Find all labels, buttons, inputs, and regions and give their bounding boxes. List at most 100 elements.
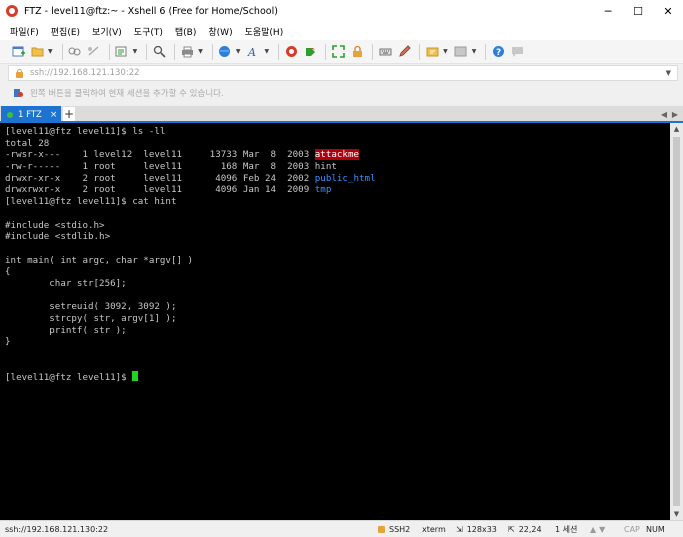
maximize-button[interactable]: ☐ [623,0,653,22]
menu-tools[interactable]: 도구(T) [134,25,163,38]
find-icon[interactable] [151,44,167,60]
chevron-left-icon[interactable]: ◀ [659,107,669,121]
window-title: FTZ - level11@ftz:~ - Xshell 6 (Free for… [24,5,278,17]
executable-file-name: attackme [314,149,360,161]
font-icon[interactable]: A [246,44,262,60]
chevron-right-icon[interactable]: ▶ [670,107,680,121]
layout-icon[interactable] [453,44,469,60]
color-scheme-icon[interactable] [217,44,233,60]
chevron-down-icon[interactable]: ▼ [48,48,53,55]
connect-icon[interactable] [67,44,83,60]
terminal-line: char str[256]; [5,277,127,289]
toolbar-divider [211,43,213,60]
keyboard-icon[interactable] [377,44,393,60]
status-num: NUM [646,524,665,534]
toolbar-divider [372,43,374,60]
chat-icon[interactable] [509,44,525,60]
terminal-output[interactable]: [level11@ftz level11]$ ls -ll total 28 -… [0,123,670,520]
chevron-down-icon[interactable]: ▼ [443,48,448,55]
status-sessions: 1 세션 [555,524,578,534]
chevron-down-icon[interactable]: ▼ [198,48,203,55]
properties-icon[interactable] [114,44,130,60]
tab-close-icon[interactable]: × [50,110,58,120]
terminal-line: [level11@ftz level11]$ cat hint [5,196,177,208]
arrow-up-icon[interactable]: ▲ [590,525,596,534]
terminal-line: printf( str ); [5,324,127,336]
directory-name: tmp [314,184,332,196]
directory-name: public_html [314,172,376,184]
toolbar-divider [61,43,63,60]
menu-view[interactable]: 보기(V) [92,25,122,38]
tab-ftz[interactable]: 1 FTZ × [1,106,61,123]
status-caps: CAP [624,524,640,534]
connected-status-icon [7,111,13,118]
window-controls: ─ ☐ ✕ [593,0,683,22]
add-tab-button[interactable]: + [63,107,75,121]
status-host: ssh://192.168.121.130:22 [5,524,109,534]
disconnect-icon[interactable] [86,44,102,60]
lock-icon [15,68,24,78]
chevron-down-icon[interactable]: ▼ [133,48,138,55]
add-session-icon[interactable] [14,88,24,98]
terminal-cursor [132,371,139,382]
close-button[interactable]: ✕ [653,0,683,22]
session-hint-bar: 왼쪽 버튼을 클릭하여 현재 세션을 추가할 수 있습니다. [8,85,678,101]
scroll-up-icon[interactable]: ▲ [670,123,683,135]
svg-text:A: A [247,46,256,58]
open-folder-icon[interactable] [29,44,45,60]
toolbar-divider [485,43,487,60]
terminal-line: -rwsr-x--- 1 level12 level11 13733 Mar 8… [5,149,360,161]
compose-icon[interactable] [396,44,412,60]
resize-icon: ⇲ [456,524,463,534]
menu-edit[interactable]: 편집(E) [51,25,80,38]
menu-help[interactable]: 도움말(H) [245,25,284,38]
scrollbar-thumb[interactable] [673,137,680,506]
script-icon[interactable] [424,44,440,60]
lock-icon [378,525,385,533]
chevron-down-icon[interactable]: ▼ [265,48,270,55]
menu-bar: 파일(F) 편집(E) 보기(V) 도구(T) 탭(B) 창(W) 도움말(H) [0,22,683,40]
scroll-down-icon[interactable]: ▼ [670,508,683,520]
svg-text:?: ? [496,48,501,58]
terminal-line: } [5,336,11,348]
lock-icon[interactable] [349,44,365,60]
terminal-line: -rw-r----- 1 root level11 168 Mar 8 2003… [5,161,337,173]
menu-file[interactable]: 파일(F) [10,25,39,38]
file-name: hint [314,161,337,173]
chevron-down-icon[interactable]: ▼ [236,48,241,55]
toolbar-divider [419,43,421,60]
address-bar[interactable]: ssh://192.168.121.130:22 ▼ [8,65,678,81]
status-bar: ssh://192.168.121.130:22 SSH2 xterm ⇲ 128… [0,520,683,537]
session-nav[interactable]: ▲ ▼ [590,525,605,534]
status-protocol: SSH2 [378,525,410,534]
help-icon[interactable]: ? [490,44,506,60]
new-session-icon[interactable] [10,44,26,60]
minimize-button[interactable]: ─ [593,0,623,22]
fullscreen-icon[interactable] [330,44,346,60]
chevron-down-icon[interactable]: ▼ [472,48,477,55]
session-hint-text: 왼쪽 버튼을 클릭하여 현재 세션을 추가할 수 있습니다. [30,89,224,99]
terminal-line: drwxr-xr-x 2 root level11 4096 Feb 24 20… [5,172,376,184]
xshell-icon[interactable] [6,5,18,17]
terminal-line: { [5,266,11,278]
chevron-down-icon[interactable]: ▼ [666,69,671,77]
menu-window[interactable]: 창(W) [208,25,232,38]
terminal-line: strcpy( str, argv[1] ); [5,313,177,324]
print-icon[interactable] [179,44,195,60]
cursor-position-icon: ⇱ [508,524,515,534]
terminal-scrollbar[interactable]: ▲ ▼ [670,123,683,520]
terminal-line: total 28 [5,137,50,149]
xftp-icon[interactable] [302,44,318,60]
menu-tab[interactable]: 탭(B) [175,25,196,38]
status-size: ⇲ 128x33 [456,524,497,534]
terminal-line: [level11@ftz level11]$ ls -ll [5,126,166,137]
terminal-prompt-line[interactable]: [level11@ftz level11]$ [5,371,670,383]
tab-bar: 1 FTZ × + ◀ ▶ [0,106,683,123]
status-terminal-type: xterm [422,524,446,534]
toolbar: ▼ ▼ ▼ ▼ A ▼ ▼ ▼ ? [0,40,683,64]
arrow-down-icon[interactable]: ▼ [599,525,605,534]
xshell-logo-icon[interactable] [283,44,299,60]
address-input[interactable]: ssh://192.168.121.130:22 [30,68,140,78]
